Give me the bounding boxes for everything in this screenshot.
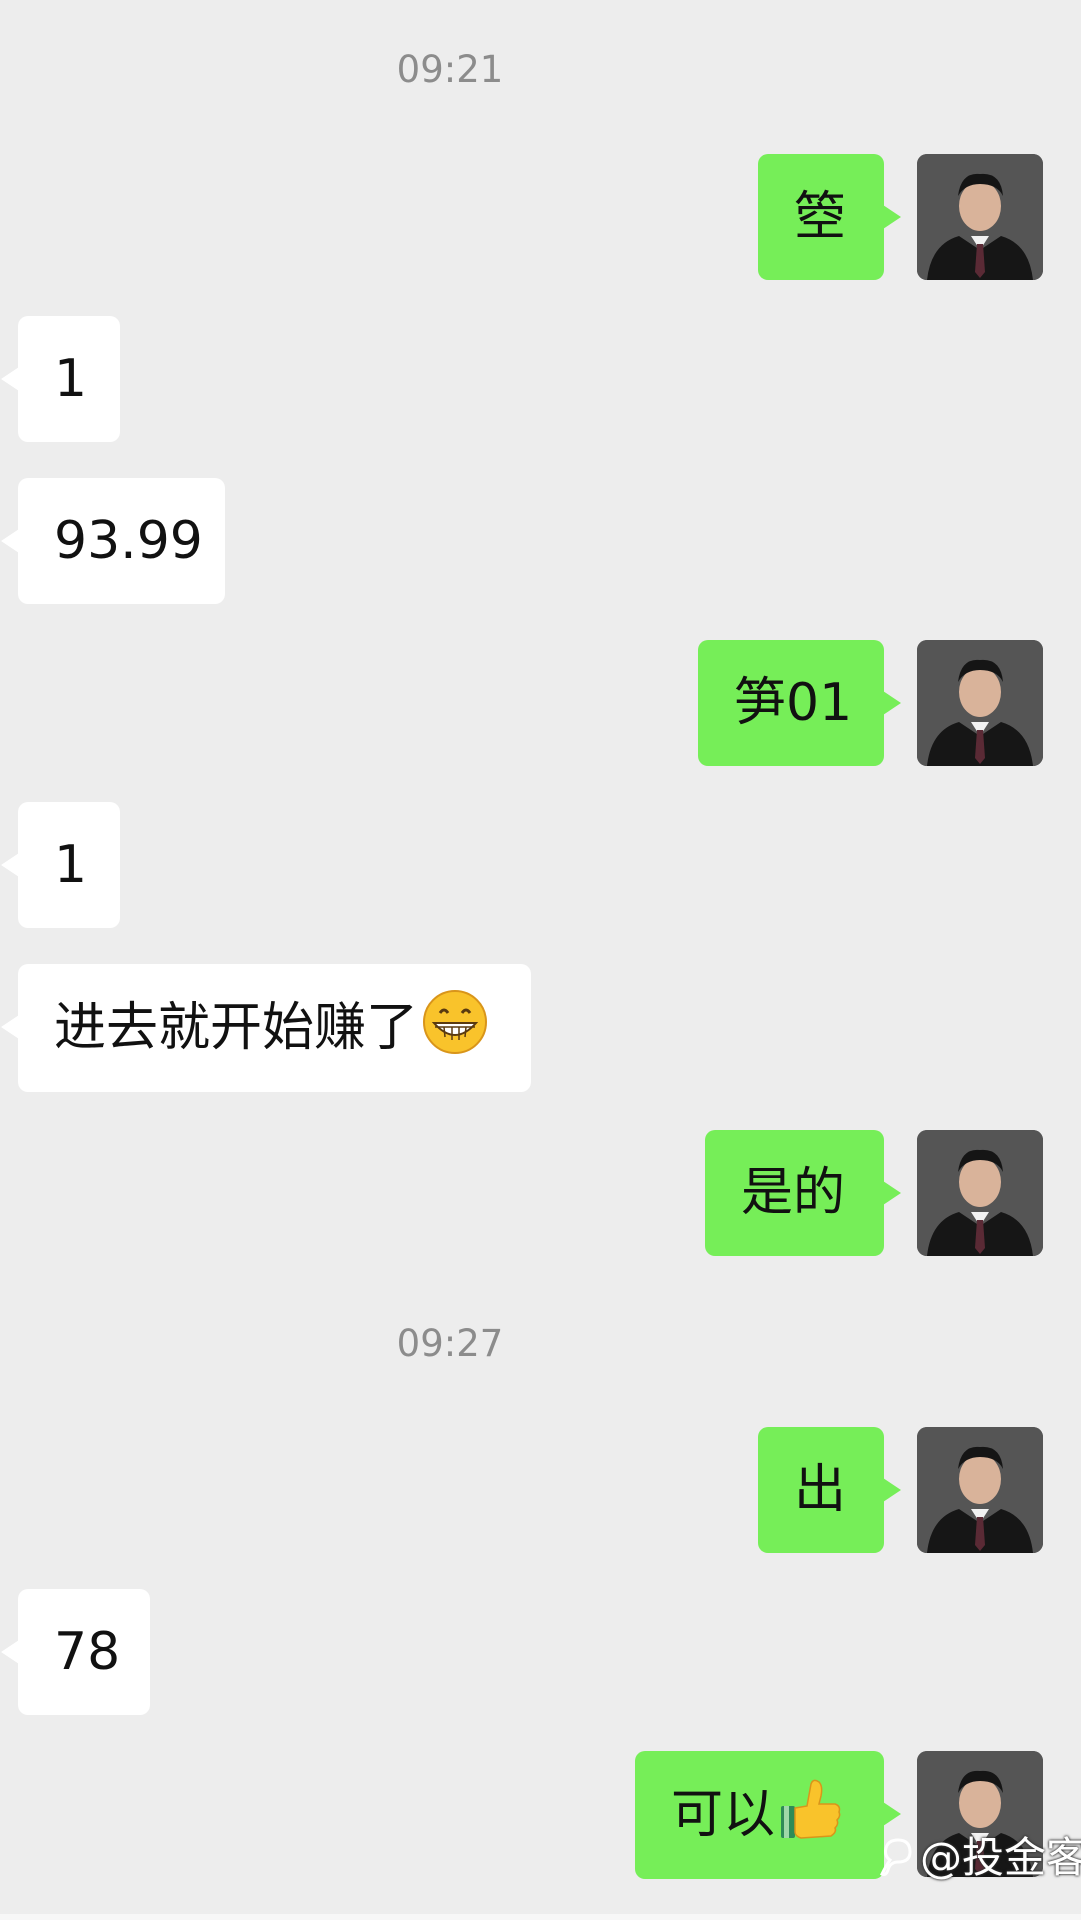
received-message-bubble[interactable]: 1 — [1, 802, 120, 928]
thumbs-up-icon — [781, 1779, 841, 1839]
message-text: 出 — [794, 1460, 847, 1520]
message-text: 1 — [54, 349, 88, 409]
message-text: 箜 — [794, 187, 847, 247]
message-text: 笋01 — [734, 673, 853, 733]
sent-message-bubble[interactable]: 可以 — [635, 1751, 901, 1879]
received-message-bubble[interactable]: 进去就开始赚了 — [1, 964, 531, 1092]
message-text: 进去就开始赚了 — [54, 998, 419, 1058]
avatar[interactable] — [917, 1130, 1043, 1256]
message-text: 78 — [54, 1622, 121, 1682]
avatar[interactable] — [917, 154, 1043, 280]
sent-message-bubble[interactable]: 笋01 — [698, 640, 901, 766]
sent-message-bubble[interactable]: 是的 — [705, 1130, 901, 1256]
divider — [0, 1914, 1081, 1920]
watermark-text: @投金客 — [920, 1833, 1081, 1882]
person-avatar-icon — [917, 154, 1043, 280]
grinning-face-icon — [423, 990, 488, 1054]
sent-message-bubble[interactable]: 箜 — [758, 154, 901, 280]
message-text: 是的 — [741, 1163, 846, 1223]
received-message-bubble[interactable]: 1 — [1, 316, 120, 442]
timestamp: 09:27 — [396, 1322, 504, 1365]
message-text: 可以 — [671, 1785, 776, 1845]
avatar[interactable] — [917, 640, 1043, 766]
received-message-bubble[interactable]: 93.99 — [1, 478, 225, 604]
avatar[interactable] — [917, 1427, 1043, 1553]
watermark: @投金客 — [880, 1832, 1081, 1884]
sent-message-bubble[interactable]: 出 — [758, 1427, 901, 1553]
timestamp: 09:21 — [396, 48, 504, 91]
message-text: 93.99 — [54, 511, 203, 571]
message-text: 1 — [54, 835, 88, 895]
watermark-logo-icon — [880, 1838, 912, 1876]
received-message-bubble[interactable]: 78 — [1, 1589, 150, 1715]
person-avatar-icon — [917, 640, 1043, 766]
person-avatar-icon — [917, 1130, 1043, 1256]
person-avatar-icon — [917, 1427, 1043, 1553]
